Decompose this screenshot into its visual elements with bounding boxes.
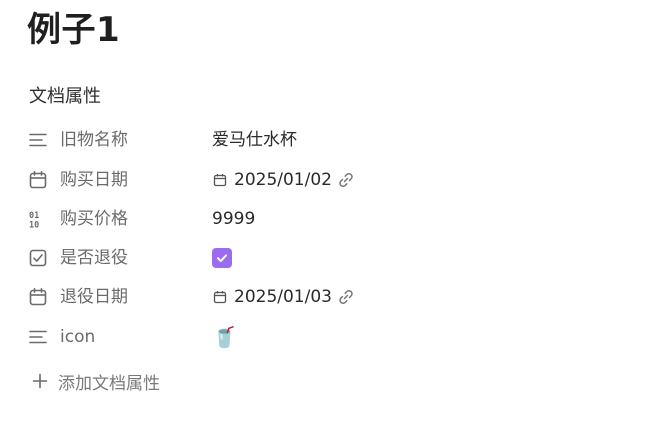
property-value[interactable] (212, 248, 232, 268)
property-row-purchase-date[interactable]: 购买日期 2025/01/02 (26, 164, 466, 196)
date-value[interactable]: 2025/01/03 (234, 285, 332, 309)
add-property-label: 添加文档属性 (58, 373, 160, 394)
number-value[interactable]: 9999 (212, 207, 255, 231)
property-row-icon[interactable]: icon 🥤 (26, 321, 466, 353)
properties-section-heading: 文档属性 (29, 86, 101, 107)
property-name: 退役日期 (60, 287, 128, 307)
number-icon: 01 10 (26, 207, 50, 231)
calendar-icon (212, 289, 228, 305)
text-value[interactable]: 爱马仕水杯 (212, 128, 297, 152)
property-row-retire-date[interactable]: 退役日期 2025/01/03 (26, 281, 466, 313)
property-value[interactable]: 2025/01/03 (212, 285, 355, 309)
checkmark-icon (217, 254, 227, 262)
date-value[interactable]: 2025/01/02 (234, 168, 332, 192)
link-icon[interactable] (337, 171, 355, 189)
retired-checkbox[interactable] (212, 248, 232, 268)
property-name: 购买价格 (60, 209, 128, 229)
svg-text:10: 10 (29, 221, 39, 230)
property-row-retired[interactable]: 是否退役 (26, 242, 466, 274)
checkbox-icon (26, 246, 50, 270)
cup-emoji[interactable]: 🥤 (212, 325, 237, 349)
property-value[interactable]: 9999 (212, 207, 255, 231)
property-row-item-name[interactable]: 旧物名称 爱马仕水杯 (26, 124, 466, 156)
add-property-button[interactable]: 添加文档属性 (30, 368, 160, 394)
calendar-icon (212, 172, 228, 188)
calendar-icon (26, 285, 50, 309)
text-lines-icon (26, 128, 50, 152)
plus-icon (30, 371, 50, 391)
document-page: 例子1 文档属性 旧物名称 爱马仕水杯 购买日期 2025/01/02 01 1… (0, 0, 660, 440)
svg-text:01: 01 (29, 211, 39, 221)
property-value[interactable]: 2025/01/02 (212, 168, 355, 192)
property-name: 旧物名称 (60, 130, 128, 150)
text-lines-icon (26, 325, 50, 349)
property-name: 是否退役 (60, 248, 128, 268)
page-title[interactable]: 例子1 (27, 6, 120, 54)
property-name: icon (60, 327, 96, 347)
calendar-icon (26, 168, 50, 192)
property-value[interactable]: 🥤 (212, 325, 237, 349)
link-icon[interactable] (337, 288, 355, 306)
property-value[interactable]: 爱马仕水杯 (212, 128, 297, 152)
property-row-purchase-price[interactable]: 01 10 购买价格 9999 (26, 203, 466, 235)
property-name: 购买日期 (60, 170, 128, 190)
